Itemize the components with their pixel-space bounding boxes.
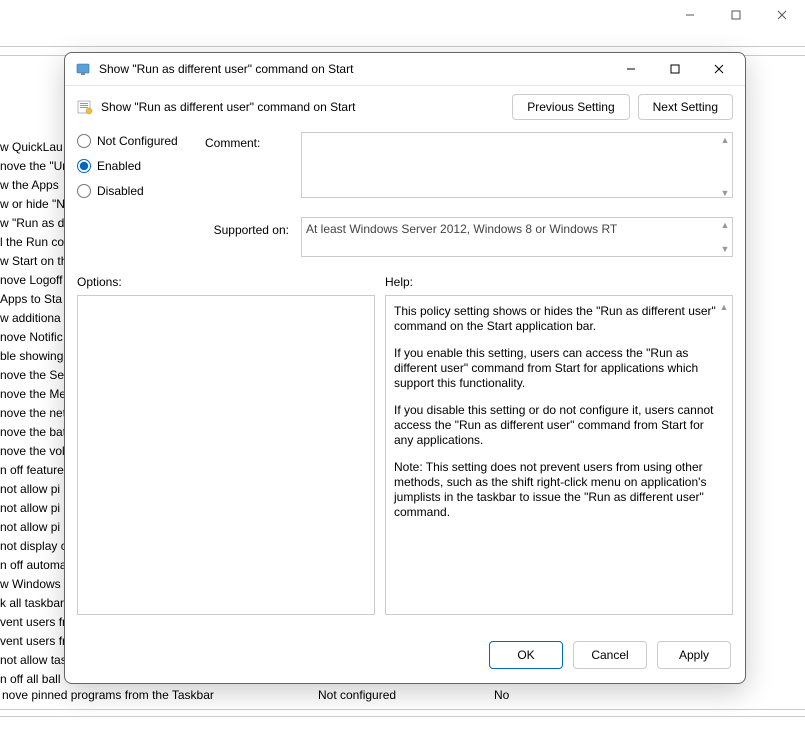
radio-enabled[interactable]: Enabled: [77, 159, 199, 173]
bg-maximize-icon: [713, 0, 759, 30]
scroll-up-icon[interactable]: ▲: [718, 302, 730, 312]
policy-icon: [77, 99, 93, 115]
help-paragraph: This policy setting shows or hides the "…: [394, 304, 724, 334]
bg-minimize-icon: [667, 0, 713, 30]
radio-not-configured[interactable]: Not Configured: [77, 134, 199, 148]
bg-row-comment: No: [494, 688, 805, 707]
radio-label: Not Configured: [97, 134, 178, 148]
previous-setting-button[interactable]: Previous Setting: [512, 94, 629, 120]
radio-label: Enabled: [97, 159, 141, 173]
titlebar: Show "Run as different user" command on …: [65, 53, 745, 85]
app-icon: [75, 61, 91, 77]
radio-enabled-input[interactable]: [77, 159, 91, 173]
radio-not-configured-input[interactable]: [77, 134, 91, 148]
help-paragraph: If you enable this setting, users can ac…: [394, 346, 724, 391]
ok-button[interactable]: OK: [489, 641, 563, 669]
help-label: Help:: [385, 275, 733, 289]
radio-disabled[interactable]: Disabled: [77, 184, 199, 198]
next-setting-button[interactable]: Next Setting: [638, 94, 733, 120]
bg-bottom-row: nove pinned programs from the Taskbar No…: [0, 688, 805, 707]
supported-on-value: At least Windows Server 2012, Windows 8 …: [301, 217, 733, 257]
options-panel: [77, 295, 375, 615]
options-label: Options:: [77, 275, 375, 289]
bg-footer-divider: [0, 709, 805, 717]
dialog-footer: OK Cancel Apply: [65, 631, 745, 683]
apply-button[interactable]: Apply: [657, 641, 731, 669]
cancel-button[interactable]: Cancel: [573, 641, 647, 669]
bg-row-title: nove pinned programs from the Taskbar: [0, 688, 318, 707]
dialog-title: Show "Run as different user" command on …: [99, 62, 353, 76]
minimize-button[interactable]: [609, 55, 653, 83]
supported-on-label: Supported on:: [205, 217, 295, 257]
scroll-up-icon[interactable]: ▲: [719, 219, 731, 231]
bg-row-state: Not configured: [318, 688, 494, 707]
help-paragraph: Note: This setting does not prevent user…: [394, 460, 724, 520]
help-panel: ▲ This policy setting shows or hides the…: [385, 295, 733, 615]
scroll-up-icon[interactable]: ▲: [719, 134, 731, 146]
state-radio-group: Not Configured Enabled Disabled: [77, 132, 199, 209]
header-label: Show "Run as different user" command on …: [101, 100, 504, 114]
scroll-down-icon[interactable]: ▼: [719, 243, 731, 255]
help-paragraph: If you disable this setting or do not co…: [394, 403, 724, 448]
bg-window-controls: [667, 0, 805, 30]
comment-textarea[interactable]: [301, 132, 733, 198]
comment-label: Comment:: [205, 132, 295, 150]
maximize-button[interactable]: [653, 55, 697, 83]
radio-label: Disabled: [97, 184, 144, 198]
bg-close-icon: [759, 0, 805, 30]
radio-disabled-input[interactable]: [77, 184, 91, 198]
close-button[interactable]: [697, 55, 741, 83]
header-row: Show "Run as different user" command on …: [65, 86, 745, 128]
scroll-down-icon[interactable]: ▼: [719, 187, 731, 199]
policy-dialog: Show "Run as different user" command on …: [64, 52, 746, 684]
